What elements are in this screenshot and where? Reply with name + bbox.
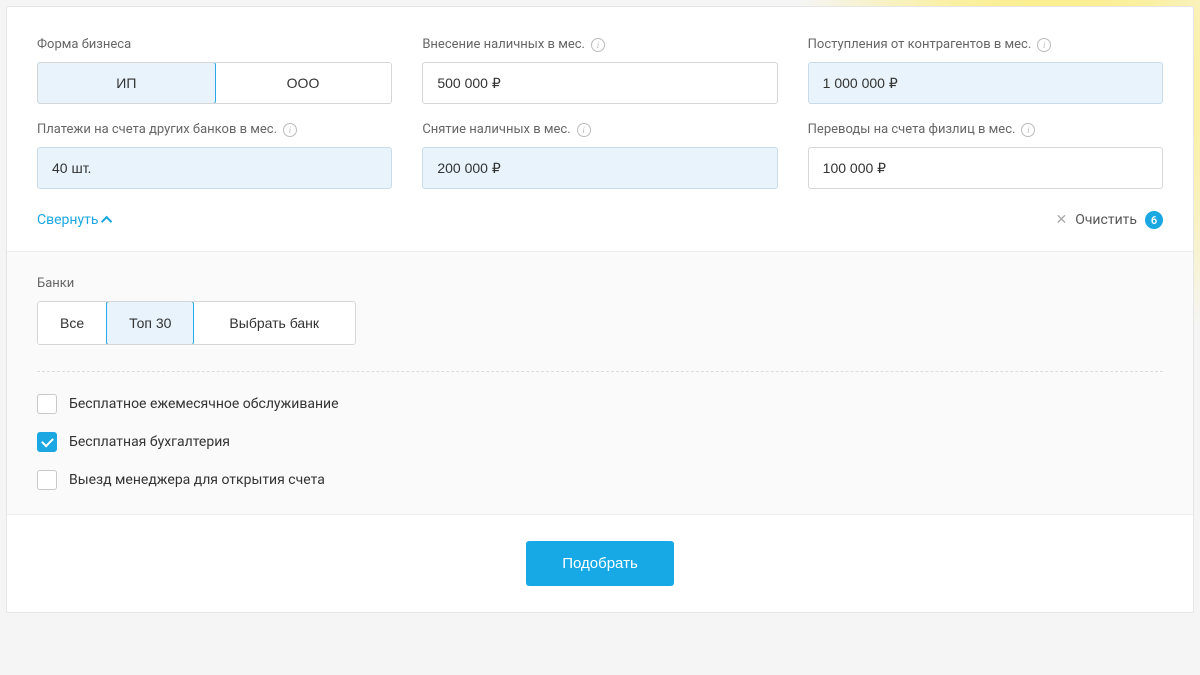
- chevron-up-icon: [101, 216, 112, 227]
- checkbox-box: [37, 432, 57, 452]
- business-form-toggle: ИП ООО: [37, 62, 392, 104]
- label-text: Банки: [37, 276, 74, 291]
- collapse-link[interactable]: Свернуть: [37, 212, 112, 228]
- label-text: Платежи на счета других банков в мес.: [37, 122, 277, 137]
- info-icon[interactable]: i: [1021, 123, 1035, 137]
- banks-all[interactable]: Все: [38, 302, 107, 344]
- clear-label: Очистить: [1075, 212, 1137, 228]
- business-form-col: Форма бизнеса ИП ООО: [37, 37, 392, 104]
- cash-withdraw-input[interactable]: [422, 147, 777, 189]
- controls-row: Свернуть ✕ Очистить 6: [7, 189, 1193, 251]
- cash-withdraw-label: Снятие наличных в мес. i: [422, 122, 777, 137]
- submit-button[interactable]: Подобрать: [526, 541, 674, 586]
- checkbox-label: Выезд менеджера для открытия счета: [69, 472, 325, 488]
- label-text: Внесение наличных в мес.: [422, 37, 585, 52]
- checkbox-label: Бесплатная бухгалтерия: [69, 434, 230, 450]
- cash-deposit-input[interactable]: [422, 62, 777, 104]
- checkbox-manager-visit[interactable]: Выезд менеджера для открытия счета: [37, 470, 1163, 490]
- checkbox-box: [37, 394, 57, 414]
- business-form-label: Форма бизнеса: [37, 37, 392, 52]
- business-form-ip[interactable]: ИП: [37, 62, 216, 104]
- other-bank-payments-input[interactable]: [37, 147, 392, 189]
- business-form-ooo[interactable]: ООО: [215, 63, 392, 103]
- filter-panel: Форма бизнеса ИП ООО Внесение наличных в…: [6, 6, 1194, 613]
- banks-top30[interactable]: Топ 30: [106, 301, 194, 345]
- incoming-col: Поступления от контрагентов в мес. i: [808, 37, 1163, 104]
- filter-row-2: Платежи на счета других банков в мес. i …: [7, 104, 1193, 189]
- transfers-indiv-input[interactable]: [808, 147, 1163, 189]
- info-icon[interactable]: i: [577, 123, 591, 137]
- info-icon[interactable]: i: [283, 123, 297, 137]
- transfers-indiv-col: Переводы на счета физлиц в мес. i: [808, 122, 1163, 189]
- checkbox-label: Бесплатное ежемесячное обслуживание: [69, 396, 339, 412]
- checkbox-free-accounting[interactable]: Бесплатная бухгалтерия: [37, 432, 1163, 452]
- other-bank-payments-label: Платежи на счета других банков в мес. i: [37, 122, 392, 137]
- clear-count-badge: 6: [1145, 211, 1163, 229]
- banks-choose[interactable]: Выбрать банк: [193, 302, 355, 344]
- filter-row-1: Форма бизнеса ИП ООО Внесение наличных в…: [7, 7, 1193, 104]
- label-text: Переводы на счета физлиц в мес.: [808, 122, 1016, 137]
- incoming-input[interactable]: [808, 62, 1163, 104]
- label-text: Форма бизнеса: [37, 37, 131, 52]
- checkbox-free-service[interactable]: Бесплатное ежемесячное обслуживание: [37, 394, 1163, 414]
- cash-withdraw-col: Снятие наличных в мес. i: [422, 122, 777, 189]
- close-icon: ✕: [1055, 213, 1067, 227]
- banks-toggle: Все Топ 30 Выбрать банк: [37, 301, 356, 345]
- submit-section: Подобрать: [7, 514, 1193, 612]
- label-text: Поступления от контрагентов в мес.: [808, 37, 1032, 52]
- divider: [37, 371, 1163, 372]
- other-bank-payments-col: Платежи на счета других банков в мес. i: [37, 122, 392, 189]
- info-icon[interactable]: i: [591, 38, 605, 52]
- label-text: Снятие наличных в мес.: [422, 122, 570, 137]
- banks-label: Банки: [37, 276, 1163, 291]
- transfers-indiv-label: Переводы на счета физлиц в мес. i: [808, 122, 1163, 137]
- incoming-label: Поступления от контрагентов в мес. i: [808, 37, 1163, 52]
- cash-deposit-label: Внесение наличных в мес. i: [422, 37, 777, 52]
- collapse-label: Свернуть: [37, 212, 98, 228]
- cash-deposit-col: Внесение наличных в мес. i: [422, 37, 777, 104]
- checkbox-box: [37, 470, 57, 490]
- clear-link[interactable]: ✕ Очистить 6: [1055, 211, 1163, 229]
- info-icon[interactable]: i: [1037, 38, 1051, 52]
- banks-section: Банки Все Топ 30 Выбрать банк Бесплатное…: [7, 251, 1193, 514]
